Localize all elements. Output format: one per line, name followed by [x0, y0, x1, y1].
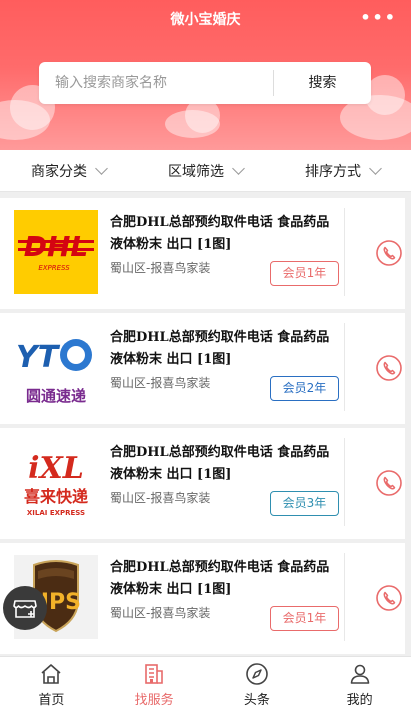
tab-label: 找服务	[134, 693, 174, 708]
yto-logo-text: YT	[16, 340, 61, 375]
storefront-float-button[interactable]	[3, 586, 47, 630]
filter-label: 区域筛选	[168, 163, 224, 180]
merchant-list: DHL EXPRESS 合肥DHL总部预约取件电话 食品药品液体粉末 出口 [1…	[0, 198, 411, 658]
filter-label: 商家分类	[31, 163, 87, 180]
tab-profile[interactable]: 我的	[308, 657, 411, 708]
dhl-logo-sub: EXPRESS	[38, 264, 70, 272]
card-divider	[344, 438, 345, 526]
tab-label: 我的	[346, 693, 373, 708]
phone-icon[interactable]	[376, 585, 402, 611]
card-divider	[344, 323, 345, 411]
merchant-name: 合肥DHL总部预约取件电话 食品药品液体粉末 出口 [1图]	[110, 330, 330, 367]
header: 微小宝婚庆 ••• 搜索	[0, 0, 411, 150]
cloud-decoration	[365, 75, 405, 115]
card-divider	[344, 208, 345, 296]
phone-icon[interactable]	[376, 240, 402, 266]
merchant-card[interactable]: DHL EXPRESS 合肥DHL总部预约取件电话 食品药品液体粉末 出口 [1…	[0, 198, 405, 309]
filter-sort[interactable]: 排序方式	[274, 150, 411, 191]
filter-region[interactable]: 区域筛选	[137, 150, 274, 191]
yto-logo: YT 圆通速递	[14, 325, 98, 409]
chevron-down-icon	[369, 161, 382, 175]
search-button[interactable]: 搜索	[274, 63, 371, 103]
building-icon	[145, 664, 163, 684]
chevron-down-icon	[232, 161, 245, 175]
phone-icon[interactable]	[376, 470, 402, 496]
home-icon	[41, 664, 61, 684]
member-badge: 会员1年	[270, 606, 339, 631]
tab-services[interactable]: 找服务	[103, 657, 206, 708]
user-icon	[350, 664, 369, 684]
tab-label: 首页	[38, 693, 65, 708]
tab-label: 头条	[243, 693, 270, 708]
storefront-icon	[13, 600, 37, 618]
merchant-name: 合肥DHL总部预约取件电话 食品药品液体粉末 出口 [1图]	[110, 445, 330, 482]
merchant-card[interactable]: UPS 合肥DHL总部预约取件电话 食品药品液体粉末 出口 [1图] 蜀山区-报…	[0, 543, 405, 654]
merchant-name: 合肥DHL总部预约取件电话 食品药品液体粉末 出口 [1图]	[110, 215, 330, 252]
more-menu-icon[interactable]: •••	[360, 8, 397, 27]
search-bar: 搜索	[39, 62, 371, 104]
merchant-address: 蜀山区-报喜鸟家装	[110, 376, 211, 390]
ixl-logo-sub2: XILAI EXPRESS	[27, 509, 85, 517]
ixl-logo-sub: 喜来快递	[24, 487, 88, 506]
merchant-address: 蜀山区-报喜鸟家装	[110, 261, 211, 275]
merchant-name: 合肥DHL总部预约取件电话 食品药品液体粉末 出口 [1图]	[110, 560, 330, 597]
chevron-down-icon	[95, 161, 108, 175]
filter-label: 排序方式	[305, 163, 361, 180]
filter-bar: 商家分类 区域筛选 排序方式	[0, 150, 411, 192]
compass-icon	[246, 663, 268, 685]
merchant-card[interactable]: iXL 喜来快递 XILAI EXPRESS 合肥DHL总部预约取件电话 食品药…	[0, 428, 405, 539]
card-divider	[344, 553, 345, 641]
member-badge: 会员2年	[270, 376, 339, 401]
dhl-logo: DHL EXPRESS	[14, 210, 98, 294]
tab-bar: 首页 找服务 头条 我的	[0, 656, 411, 708]
yto-logo-sub: 圆通速递	[26, 387, 86, 405]
search-input[interactable]	[39, 63, 273, 103]
merchant-address: 蜀山区-报喜鸟家装	[110, 491, 211, 505]
ixl-logo-text: iXL	[28, 451, 84, 486]
page-title: 微小宝婚庆	[170, 12, 241, 28]
member-badge: 会员1年	[270, 261, 339, 286]
member-badge: 会员3年	[270, 491, 339, 516]
merchant-address: 蜀山区-报喜鸟家装	[110, 606, 211, 620]
tab-home[interactable]: 首页	[0, 657, 103, 708]
ixl-logo: iXL 喜来快递 XILAI EXPRESS	[14, 440, 98, 524]
tab-headlines[interactable]: 头条	[206, 657, 309, 708]
phone-icon[interactable]	[376, 355, 402, 381]
dhl-logo-text: DHL	[24, 230, 89, 263]
filter-category[interactable]: 商家分类	[0, 150, 137, 191]
merchant-card[interactable]: YT 圆通速递 合肥DHL总部预约取件电话 食品药品液体粉末 出口 [1图] 蜀…	[0, 313, 405, 424]
